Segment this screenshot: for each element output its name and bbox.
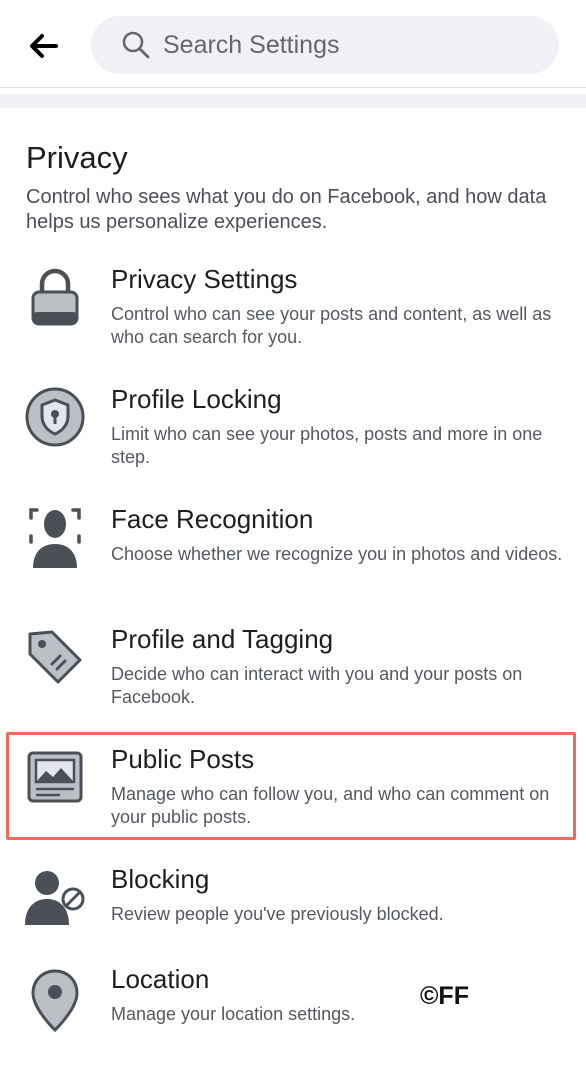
face-recognition-item[interactable]: Face Recognition Choose whether we recog… [0, 504, 586, 622]
location-pin-icon [22, 968, 88, 1034]
blocked-person-icon [22, 864, 88, 930]
item-description: Decide who can interact with you and you… [111, 664, 523, 707]
item-description: Limit who can see your photos, posts and… [111, 424, 543, 467]
top-bar: Search Settings [0, 0, 586, 88]
lock-icon [22, 264, 88, 330]
item-title: Privacy Settings [111, 264, 298, 294]
privacy-settings-item[interactable]: Privacy Settings Control who can see you… [0, 264, 586, 382]
profile-and-tagging-item[interactable]: Profile and Tagging Decide who can inter… [0, 624, 586, 742]
location-item[interactable]: Location Manage your location settings. [0, 964, 586, 1082]
item-title: Profile and Tagging [111, 624, 334, 654]
profile-locking-item[interactable]: Profile Locking Limit who can see your p… [0, 384, 586, 502]
search-placeholder: Search Settings [163, 30, 340, 59]
item-title: Face Recognition [111, 504, 314, 534]
search-input[interactable]: Search Settings [91, 16, 559, 74]
tag-icon [22, 624, 88, 690]
item-description: Review people you've previously blocked. [111, 904, 444, 924]
search-icon [122, 31, 150, 59]
item-title: Profile Locking [111, 384, 282, 414]
section-title: Privacy [26, 140, 128, 175]
item-title: Location [111, 964, 210, 994]
section-divider [0, 94, 586, 108]
item-description: Control who can see your posts and conte… [111, 304, 552, 347]
shield-lock-icon [22, 384, 88, 450]
back-arrow-icon [30, 34, 58, 58]
item-description: Choose whether we recognize you in photo… [111, 544, 563, 564]
item-description: Manage your location settings. [111, 1004, 356, 1024]
highlight-box [6, 732, 576, 840]
face-scan-icon [22, 504, 88, 570]
item-title: Blocking [111, 864, 210, 894]
watermark: ©FF [420, 982, 469, 1010]
section-description: Control who sees what you do on Facebook… [26, 186, 547, 233]
back-button[interactable] [22, 26, 66, 66]
